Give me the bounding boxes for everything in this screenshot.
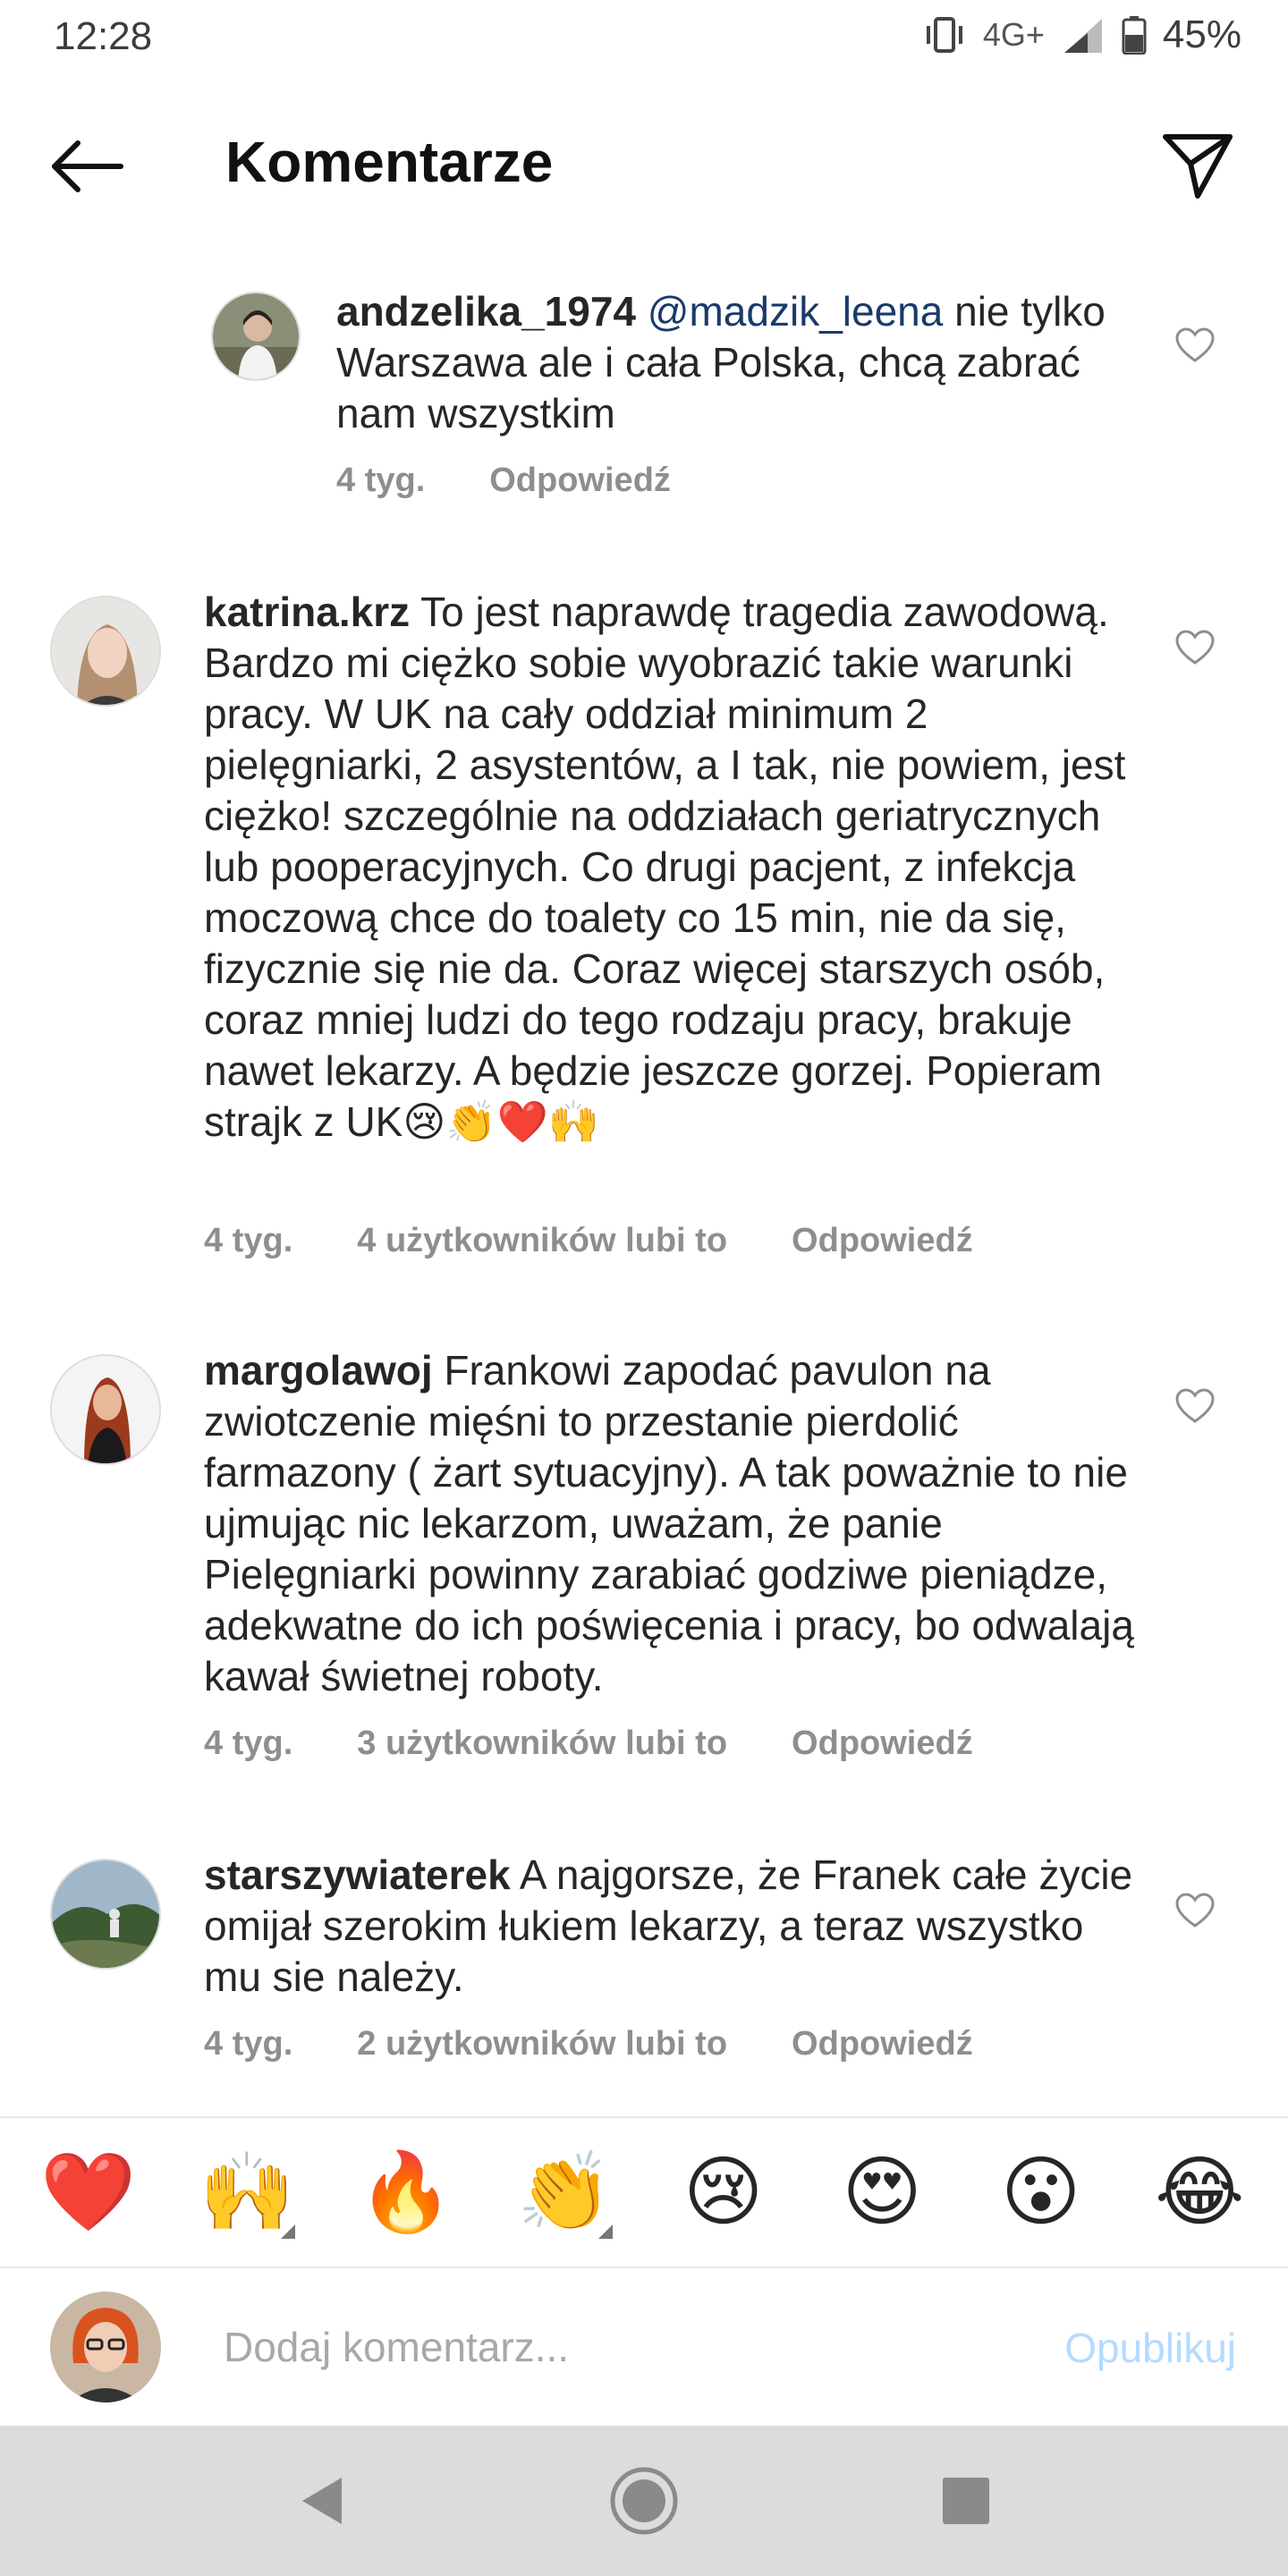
skin-tone-indicator [598,2224,614,2239]
like-button[interactable] [1170,1381,1220,1431]
comment-username[interactable]: andzelika_1974 [336,288,636,335]
comment-likes[interactable]: 3 użytkowników lubi to [357,1724,727,1763]
status-bar: 12:28 4G+ 45% [0,0,1288,82]
emoji-clap-button[interactable]: 👏 [502,2130,627,2255]
comment-text: margolawoj Frankowi zapodać pavulon na z… [204,1345,1134,1702]
reply-button[interactable]: Odpowiedź [792,1724,973,1763]
circle-home-icon [610,2467,678,2535]
vibrate-icon [926,17,962,53]
like-button[interactable] [1170,623,1220,673]
comment-text: katrina.krz To jest naprawdę tragedia za… [204,587,1134,1148]
emoji-heart-eyes-button[interactable]: 😍 [819,2130,945,2255]
triangle-back-icon [302,2478,342,2524]
heart-outline-icon [1175,327,1215,362]
comment-mention[interactable]: @madzik_leena [648,288,944,335]
heart-outline-icon [1175,1388,1215,1423]
comment-input[interactable] [224,2311,993,2383]
comment-meta: 4 tyg. 3 użytkowników lubi to Odpowiedź [204,1724,1038,1763]
comment-time: 4 tyg. [336,462,426,499]
avatar[interactable] [50,1354,161,1465]
comment-composer: Opublikuj [0,2268,1288,2426]
reply-button[interactable]: Odpowiedź [489,462,671,500]
heart-outline-icon [1175,1893,1215,1928]
emoji-laugh-button[interactable]: 😂 [1137,2130,1262,2255]
share-button[interactable] [1157,125,1238,206]
square-recent-icon [943,2478,989,2524]
arrow-left-icon [52,140,123,192]
paper-plane-icon [1163,134,1233,199]
comment-text: andzelika_1974 @madzik_leena nie tylko W… [336,286,1141,439]
comment-likes[interactable]: 2 użytkowników lubi to [357,2025,727,2063]
nav-home-button[interactable] [595,2452,693,2550]
reply-button[interactable]: Odpowiedź [792,1222,973,1260]
comment-time: 4 tyg. [204,2025,293,2063]
like-button[interactable] [1170,320,1220,370]
battery-percent: 45% [1162,13,1241,56]
comment-username[interactable]: starszywiaterek [204,1852,511,1898]
comment-username[interactable]: katrina.krz [204,589,410,635]
emoji-raised-hands: 🙌 [199,2149,295,2235]
network-type: 4G+ [982,16,1045,53]
comment-body: Frankowi zapodać pavulon na zwiotczenie … [204,1347,1134,1699]
like-button[interactable] [1170,1885,1220,1936]
avatar[interactable] [211,292,301,381]
header: Komentarze [0,116,1288,215]
signal-icon [1063,19,1102,53]
comment-text: starszywiaterek A najgorsze, że Franek c… [204,1850,1134,2003]
comment-body: To jest naprawdę tragedia zawodową. Bard… [204,589,1126,1145]
emoji-quick-bar: ❤️ 🙌 🔥 👏 😢 😍 😮 😂 [0,2116,1288,2268]
skin-tone-indicator [281,2224,296,2239]
emoji-clap: 👏 [516,2149,613,2235]
comment-meta: 4 tyg. Odpowiedź [336,462,735,500]
emoji-raised-hands-button[interactable]: 🙌 [184,2130,309,2255]
status-time: 12:28 [54,14,153,58]
page-title: Komentarze [225,130,554,194]
nav-recent-button[interactable] [917,2452,1015,2550]
avatar[interactable] [50,1859,161,1970]
back-button[interactable] [47,131,127,202]
comment-time: 4 tyg. [204,1222,293,1259]
emoji-fire-button[interactable]: 🔥 [343,2130,469,2255]
avatar-image [52,597,159,705]
publish-button[interactable]: Opublikuj [1064,2324,1236,2372]
avatar[interactable] [50,596,161,707]
comment-meta: 4 tyg. 4 użytkowników lubi to Odpowiedź [204,1222,1038,1260]
avatar-image [52,1356,159,1463]
nav-back-button[interactable] [273,2452,371,2550]
reply-button[interactable]: Odpowiedź [792,2025,973,2063]
emoji-surprised-button[interactable]: 😮 [979,2130,1104,2255]
comment-meta: 4 tyg. 2 użytkowników lubi to Odpowiedź [204,2025,1038,2063]
my-avatar [50,2292,161,2402]
system-nav-bar [0,2426,1288,2576]
comment-time: 4 tyg. [204,1724,293,1762]
emoji-cry-button[interactable]: 😢 [661,2130,786,2255]
emoji-heart-button[interactable]: ❤️ [26,2130,151,2255]
battery-icon [1122,16,1147,55]
avatar-image [213,293,299,379]
heart-outline-icon [1175,630,1215,665]
avatar-image [50,2292,161,2402]
comment-username[interactable]: margolawoj [204,1347,433,1394]
comment-likes[interactable]: 4 użytkowników lubi to [357,1222,727,1260]
status-icons: 4G+ 45% [922,13,1241,57]
avatar-image [52,1860,159,1968]
